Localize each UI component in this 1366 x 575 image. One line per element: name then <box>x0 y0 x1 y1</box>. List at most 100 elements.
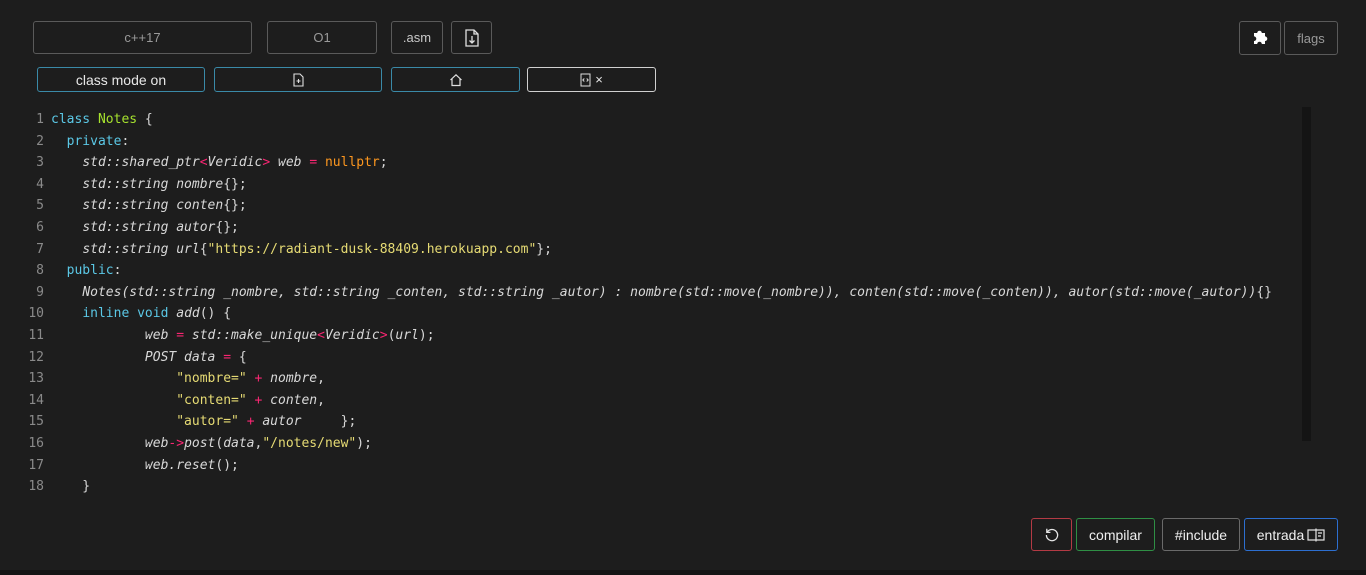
include-button[interactable]: #include <box>1162 518 1240 551</box>
editor-scrollbar[interactable] <box>1302 107 1311 441</box>
code-text: std::string nombre{}; <box>51 176 246 192</box>
code-line[interactable]: 16 web->post(data,"/notes/new"); <box>22 433 1292 455</box>
code-line[interactable]: 18 } <box>22 476 1292 498</box>
code-token: data <box>223 436 255 451</box>
class-mode-toggle[interactable]: class mode on <box>37 67 205 92</box>
code-line[interactable]: 15 "autor=" + autor }; <box>22 411 1292 433</box>
standard-select[interactable]: c++17 <box>33 21 252 54</box>
code-line[interactable]: 17 web.reset(); <box>22 455 1292 477</box>
asm-button[interactable]: .asm <box>391 21 443 54</box>
code-token: nullptr <box>324 155 380 171</box>
code-line[interactable]: 14 "conten=" + conten, <box>22 390 1292 412</box>
code-line[interactable]: 6 std::string autor{}; <box>22 217 1292 239</box>
code-token: web <box>144 436 169 451</box>
code-token: () { <box>199 306 232 322</box>
code-token: POST data <box>144 349 216 365</box>
code-token: nombre <box>270 371 318 387</box>
code-line[interactable]: 13 "nombre=" + nombre, <box>22 368 1292 390</box>
code-token: "https://radiant-dusk-88409.herokuapp.co… <box>207 241 537 257</box>
code-token: > <box>262 155 271 171</box>
input-button[interactable]: entrada <box>1244 518 1338 551</box>
code-token: { <box>199 241 208 257</box>
close-code-file-button[interactable]: × <box>527 67 656 92</box>
code-token: Notes(std::string _nombre, std::string _… <box>82 284 1257 300</box>
code-token: web <box>144 328 169 343</box>
close-icon: × <box>595 72 603 87</box>
code-token: { <box>137 112 153 127</box>
code-text: "autor=" + autor }; <box>51 414 356 429</box>
code-token: = <box>223 349 232 365</box>
code-token: std::string url <box>82 241 200 257</box>
line-number: 2 <box>36 133 44 149</box>
code-token: "autor=" <box>176 414 239 430</box>
flags-button[interactable]: flags <box>1284 21 1338 55</box>
code-token: > <box>379 328 388 343</box>
code-text: std::string url{"https://radiant-dusk-88… <box>51 242 552 257</box>
code-text: web.reset(); <box>51 458 239 473</box>
code-token: post <box>184 436 216 451</box>
new-file-button[interactable] <box>214 67 382 92</box>
code-token: private <box>66 133 122 149</box>
code-token: ); <box>418 328 435 343</box>
extensions-button[interactable] <box>1239 21 1281 55</box>
code-text: POST data = { <box>51 350 247 365</box>
code-line[interactable]: 9 Notes(std::string _nombre, std::string… <box>22 282 1292 304</box>
code-token: std::string conten <box>82 198 224 214</box>
code-line[interactable]: 12 POST data = { <box>22 347 1292 369</box>
code-token: conten <box>270 392 318 408</box>
code-line[interactable]: 10 inline void add() { <box>22 303 1292 325</box>
code-token: inline <box>82 306 130 322</box>
code-token: = <box>309 155 318 171</box>
optimization-value: O1 <box>313 30 331 45</box>
line-number: 4 <box>36 176 44 192</box>
code-token: }; <box>536 241 552 257</box>
reset-button[interactable] <box>1031 518 1072 551</box>
code-line[interactable]: 4 std::string nombre{}; <box>22 174 1292 196</box>
code-line[interactable]: 5 std::string conten{}; <box>22 195 1292 217</box>
code-line[interactable]: 3 std::shared_ptr<Veridic> web = nullptr… <box>22 152 1292 174</box>
code-token: std::string nombre <box>82 176 224 192</box>
code-token: "nombre=" <box>176 371 247 387</box>
puzzle-icon <box>1251 29 1269 47</box>
code-token: < <box>199 155 208 171</box>
code-text: "nombre=" + nombre, <box>51 371 325 386</box>
code-line[interactable]: 11 web = std::make_unique<Veridic>(url); <box>22 325 1292 347</box>
code-editor[interactable]: 1 class Notes {2 private: 3 std::shared_pt… <box>22 108 1312 498</box>
new-file-icon <box>292 72 304 87</box>
code-text: "conten=" + conten, <box>51 393 325 408</box>
code-token: "/notes/new" <box>262 436 357 451</box>
code-line[interactable]: 1 class Notes { <box>22 109 1292 131</box>
code-token: } <box>51 479 91 495</box>
home-button[interactable] <box>391 67 520 92</box>
code-text: web->post(data,"/notes/new"); <box>51 436 372 451</box>
input-panel-icon <box>1307 528 1325 542</box>
input-label: entrada <box>1256 526 1305 543</box>
code-token: autor <box>262 414 302 430</box>
line-number: 11 <box>28 328 44 343</box>
code-token: add <box>176 306 200 322</box>
optimization-select[interactable]: O1 <box>267 21 377 54</box>
code-line[interactable]: 8 public: <box>22 260 1292 282</box>
code-token: Notes <box>97 112 138 127</box>
include-label: #include <box>1174 526 1228 543</box>
code-token: }; <box>301 414 357 430</box>
compile-button[interactable]: compilar <box>1076 518 1155 551</box>
code-line[interactable]: 2 private: <box>22 131 1292 153</box>
download-button[interactable] <box>451 21 492 54</box>
code-text: class Notes { <box>51 112 153 127</box>
code-token: , <box>317 392 325 408</box>
code-line[interactable]: 7 std::string url{"https://radiant-dusk-… <box>22 239 1292 261</box>
